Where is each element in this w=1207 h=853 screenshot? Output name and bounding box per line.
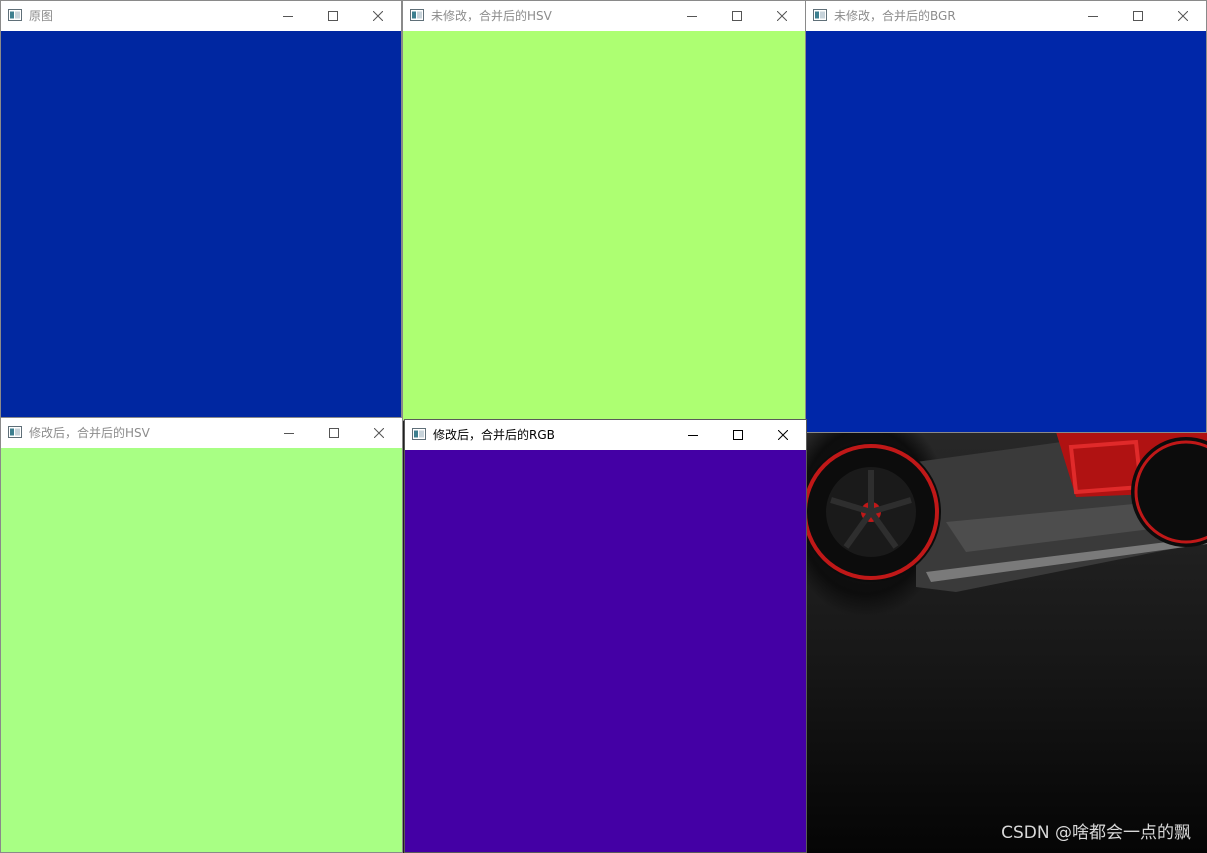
window-title: 原图 bbox=[29, 9, 54, 23]
maximize-button[interactable] bbox=[311, 418, 356, 448]
titlebar[interactable]: 未修改，合并后的HSV bbox=[403, 1, 805, 31]
close-icon bbox=[777, 430, 788, 440]
minimize-button[interactable] bbox=[669, 1, 714, 31]
minimize-icon bbox=[282, 16, 293, 17]
titlebar[interactable]: 未修改，合并后的BGR bbox=[806, 1, 1206, 31]
window-title: 未修改，合并后的HSV bbox=[431, 9, 552, 23]
minimize-button[interactable] bbox=[1070, 1, 1115, 31]
app-window-icon bbox=[410, 9, 424, 21]
minimize-button[interactable] bbox=[670, 420, 715, 450]
app-window-icon bbox=[8, 426, 22, 438]
minimize-icon bbox=[687, 435, 698, 436]
watermark: CSDN @啥都会一点的​飘 bbox=[1001, 823, 1191, 843]
close-button[interactable] bbox=[760, 420, 805, 450]
car-photo-icon bbox=[806, 422, 1207, 592]
app-window-icon bbox=[813, 9, 827, 21]
window-original[interactable]: 原图 bbox=[0, 0, 402, 419]
maximize-icon bbox=[327, 11, 338, 21]
maximize-icon bbox=[731, 11, 742, 21]
maximize-button[interactable] bbox=[714, 1, 759, 31]
close-button[interactable] bbox=[759, 1, 804, 31]
close-button[interactable] bbox=[355, 1, 400, 31]
maximize-icon bbox=[1132, 11, 1143, 21]
window-unmodified-hsv[interactable]: 未修改，合并后的HSV bbox=[402, 0, 806, 421]
image-canvas bbox=[1, 448, 402, 852]
image-canvas bbox=[405, 450, 806, 852]
image-canvas bbox=[806, 31, 1206, 432]
window-title: 修改后，合并后的HSV bbox=[29, 426, 150, 440]
close-icon bbox=[1177, 11, 1188, 21]
titlebar[interactable]: 原图 bbox=[1, 1, 401, 31]
minimize-icon bbox=[283, 433, 294, 434]
close-icon bbox=[373, 428, 384, 438]
minimize-icon bbox=[1087, 16, 1098, 17]
close-icon bbox=[372, 11, 383, 21]
maximize-button[interactable] bbox=[1115, 1, 1160, 31]
minimize-button[interactable] bbox=[266, 418, 311, 448]
window-modified-hsv[interactable]: 修改后，合并后的HSV bbox=[0, 417, 403, 853]
close-button[interactable] bbox=[356, 418, 401, 448]
background-photo-window: CSDN @啥都会一点的​飘 bbox=[806, 402, 1207, 853]
window-title: 修改后，合并后的RGB bbox=[433, 428, 555, 442]
maximize-icon bbox=[328, 428, 339, 438]
close-icon bbox=[776, 11, 787, 21]
titlebar[interactable]: 修改后，合并后的RGB bbox=[405, 420, 806, 450]
app-window-icon bbox=[8, 9, 22, 21]
car-photo-image: CSDN @啥都会一点的​飘 bbox=[806, 402, 1207, 853]
minimize-button[interactable] bbox=[265, 1, 310, 31]
window-modified-rgb[interactable]: 修改后，合并后的RGB bbox=[404, 419, 807, 853]
image-canvas bbox=[1, 31, 401, 418]
maximize-button[interactable] bbox=[715, 420, 760, 450]
minimize-icon bbox=[686, 16, 697, 17]
maximize-icon bbox=[732, 430, 743, 440]
close-button[interactable] bbox=[1160, 1, 1205, 31]
titlebar[interactable]: 修改后，合并后的HSV bbox=[1, 418, 402, 448]
window-unmodified-bgr[interactable]: 未修改，合并后的BGR bbox=[805, 0, 1207, 433]
desktop: CSDN @啥都会一点的​飘 原图 bbox=[0, 0, 1207, 853]
image-canvas bbox=[403, 31, 805, 420]
window-title: 未修改，合并后的BGR bbox=[834, 9, 956, 23]
app-window-icon bbox=[412, 428, 426, 440]
maximize-button[interactable] bbox=[310, 1, 355, 31]
